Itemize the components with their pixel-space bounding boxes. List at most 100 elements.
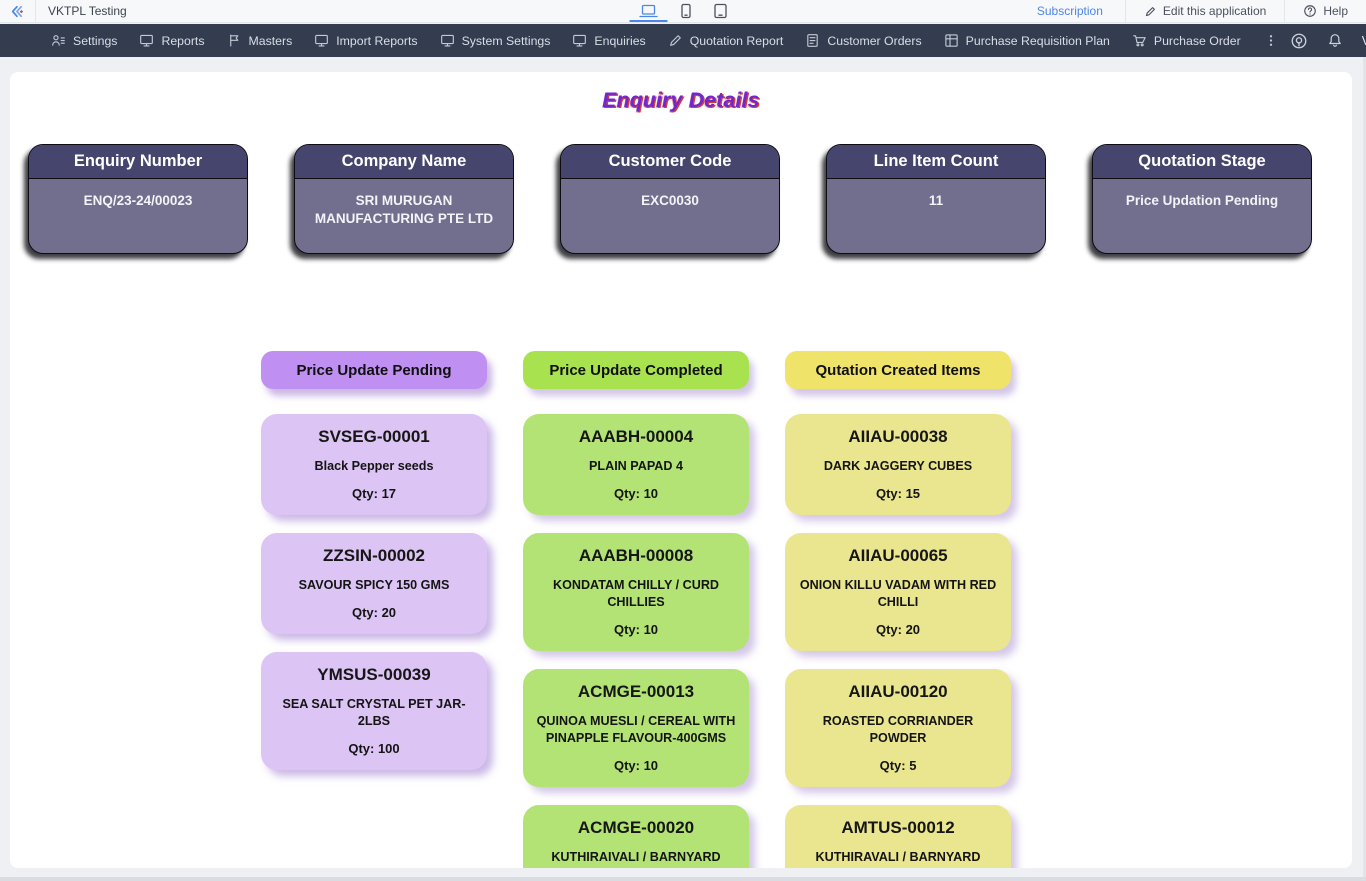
help-button[interactable]: Help: [1285, 4, 1366, 18]
summary-card-header: Company Name: [295, 145, 513, 179]
nav-item-settings[interactable]: Settings: [40, 24, 128, 57]
edit-application-button[interactable]: Edit this application: [1126, 4, 1284, 18]
kanban-card-zzsin-00002[interactable]: ZZSIN-00002 SAVOUR SPICY 150 GMS Qty: 20: [261, 533, 487, 634]
kanban-card-code: YMSUS-00039: [270, 665, 478, 685]
kanban-card-name: ROASTED CORRIANDER POWDER: [794, 713, 1002, 747]
monitor-icon: [440, 33, 455, 48]
kanban-column-cards: AIIAU-00038 DARK JAGGERY CUBES Qty: 15 A…: [785, 414, 1011, 868]
nav-item-purchase-order[interactable]: Purchase Order: [1121, 24, 1252, 57]
kanban-card-qty: Qty: 5: [794, 758, 1002, 773]
horizontal-scrollbar[interactable]: [0, 877, 1366, 881]
help-label: Help: [1323, 4, 1348, 18]
user-settings-icon: [51, 33, 66, 48]
nav-item-purchase-requisition-plan[interactable]: Purchase Requisition Plan: [933, 24, 1121, 57]
page-background: Enquiry Details Enquiry Number ENQ/23-24…: [0, 57, 1366, 881]
kanban-card-code: AMTUS-00012: [794, 818, 1002, 838]
summary-card-value: 11: [827, 179, 1045, 210]
support-icon[interactable]: [1290, 32, 1308, 50]
kanban-card-name: DARK JAGGERY CUBES: [794, 458, 1002, 475]
topbar: VKTPL Testing Subscription: [0, 0, 1366, 23]
kanban-column-price-update-pending: Price Update Pending SVSEG-00001 Black P…: [261, 351, 487, 770]
nav-item-customer-orders[interactable]: Customer Orders: [794, 24, 932, 57]
summary-card-value: EXC0030: [561, 179, 779, 210]
kanban-card-svseg-00001[interactable]: SVSEG-00001 Black Pepper seeds Qty: 17: [261, 414, 487, 515]
kanban-card-acmge-00013[interactable]: ACMGE-00013 QUINOA MUESLI / CEREAL WITH …: [523, 669, 749, 787]
kanban-card-name: ONION KILLU VADAM WITH RED CHILLI: [794, 577, 1002, 611]
nav-right: VKTPL V: [1290, 27, 1366, 54]
summary-card-company-name: Company Name SRI MURUGAN MANUFACTURING P…: [294, 144, 514, 254]
flag-icon: [227, 33, 242, 48]
summary-card-enquiry-number: Enquiry Number ENQ/23-24/00023: [28, 144, 248, 254]
kanban-column-header: Qutation Created Items: [785, 351, 1011, 389]
kanban-card-code: AIIAU-00038: [794, 427, 1002, 447]
kanban-card-aaabh-00004[interactable]: AAABH-00004 PLAIN PAPAD 4 Qty: 10: [523, 414, 749, 515]
kanban-card-qty: Qty: 20: [794, 622, 1002, 637]
nav-item-masters[interactable]: Masters: [216, 24, 304, 57]
view-switcher: [636, 0, 731, 22]
topbar-left: VKTPL Testing: [0, 0, 139, 22]
nav-item-label: Reports: [161, 34, 204, 48]
tablet-view-icon[interactable]: [711, 0, 731, 22]
kanban-column-header: Price Update Pending: [261, 351, 487, 389]
nav-item-system-settings[interactable]: System Settings: [429, 24, 562, 57]
monitor-icon: [139, 33, 154, 48]
kanban-card-qty: Qty: 10: [532, 758, 740, 773]
kebab-menu-icon: [1264, 33, 1278, 48]
kanban-card-code: ZZSIN-00002: [270, 546, 478, 566]
kanban-card-qty: Qty: 10: [532, 486, 740, 501]
summary-card-value: Price Updation Pending: [1093, 179, 1311, 210]
nav-item-label: System Settings: [462, 34, 551, 48]
kanban-card-code: AIIAU-00120: [794, 682, 1002, 702]
nav-more-button[interactable]: [1252, 24, 1290, 57]
nav-item-label: Import Reports: [336, 34, 417, 48]
kanban-card-code: SVSEG-00001: [270, 427, 478, 447]
nav-item-label: Purchase Requisition Plan: [966, 34, 1110, 48]
kanban-card-qty: Qty: 10: [532, 622, 740, 637]
user-name[interactable]: VKTPL: [1362, 34, 1366, 48]
nav-items: Settings Reports Masters Import Reports …: [40, 24, 1252, 57]
kanban-column-price-update-completed: Price Update Completed AAABH-00004 PLAIN…: [523, 351, 749, 868]
summary-card-header: Line Item Count: [827, 145, 1045, 179]
phone-view-icon[interactable]: [678, 0, 695, 22]
pencil-icon: [1144, 5, 1157, 18]
kanban-card-code: AAABH-00008: [532, 546, 740, 566]
kanban-card-acmge-00020[interactable]: ACMGE-00020 KUTHIRAIVALI / BARNYARD MILL…: [523, 805, 749, 868]
kanban-card-qty: Qty: 100: [270, 741, 478, 756]
kanban-column-header: Price Update Completed: [523, 351, 749, 389]
nav-item-label: Masters: [249, 34, 293, 48]
main-nav: Settings Reports Masters Import Reports …: [0, 24, 1366, 57]
document-icon: [805, 33, 820, 48]
notifications-bell-icon[interactable]: [1327, 32, 1343, 49]
kanban-card-name: SAVOUR SPICY 150 GMS: [270, 577, 478, 594]
kanban-card-qty: Qty: 17: [270, 486, 478, 501]
form-icon: [944, 33, 959, 48]
summary-card-customer-code: Customer Code EXC0030: [560, 144, 780, 254]
kanban-card-amtus-00012[interactable]: AMTUS-00012 KUTHIRAVALI / BARNYARD MILLE…: [785, 805, 1011, 868]
kanban-card-name: KONDATAM CHILLY / CURD CHILLIES: [532, 577, 740, 611]
nav-item-label: Enquiries: [594, 34, 645, 48]
kanban-card-aaabh-00008[interactable]: AAABH-00008 KONDATAM CHILLY / CURD CHILL…: [523, 533, 749, 651]
kanban-card-aiiau-00065[interactable]: AIIAU-00065 ONION KILLU VADAM WITH RED C…: [785, 533, 1011, 651]
kanban-card-aiiau-00120[interactable]: AIIAU-00120 ROASTED CORRIANDER POWDER Qt…: [785, 669, 1011, 787]
app-title: VKTPL Testing: [36, 4, 139, 18]
summary-card-header: Quotation Stage: [1093, 145, 1311, 179]
summary-card-quotation-stage: Quotation Stage Price Updation Pending: [1092, 144, 1312, 254]
summary-card-value: SRI MURUGAN MANUFACTURING PTE LTD: [295, 179, 513, 227]
nav-item-label: Purchase Order: [1154, 34, 1241, 48]
kanban-card-name: KUTHIRAVALI / BARNYARD MILLET NOODLES 21…: [794, 849, 1002, 868]
nav-item-enquiries[interactable]: Enquiries: [561, 24, 656, 57]
page-title: Enquiry Details: [10, 89, 1352, 113]
monitor-icon: [572, 33, 587, 48]
nav-item-reports[interactable]: Reports: [128, 24, 215, 57]
kanban-card-ymsus-00039[interactable]: YMSUS-00039 SEA SALT CRYSTAL PET JAR-2LB…: [261, 652, 487, 770]
desktop-view-icon[interactable]: [636, 0, 662, 22]
nav-item-quotation-report[interactable]: Quotation Report: [657, 24, 795, 57]
kanban-card-aiiau-00038[interactable]: AIIAU-00038 DARK JAGGERY CUBES Qty: 15: [785, 414, 1011, 515]
subscription-link[interactable]: Subscription: [1015, 4, 1125, 18]
kanban-card-code: AAABH-00004: [532, 427, 740, 447]
nav-item-import-reports[interactable]: Import Reports: [303, 24, 428, 57]
kanban-board: Price Update Pending SVSEG-00001 Black P…: [261, 351, 1352, 868]
kanban-card-name: QUINOA MUESLI / CEREAL WITH PINAPPLE FLA…: [532, 713, 740, 747]
nav-item-label: Settings: [73, 34, 117, 48]
app-logo-icon[interactable]: [0, 3, 35, 20]
